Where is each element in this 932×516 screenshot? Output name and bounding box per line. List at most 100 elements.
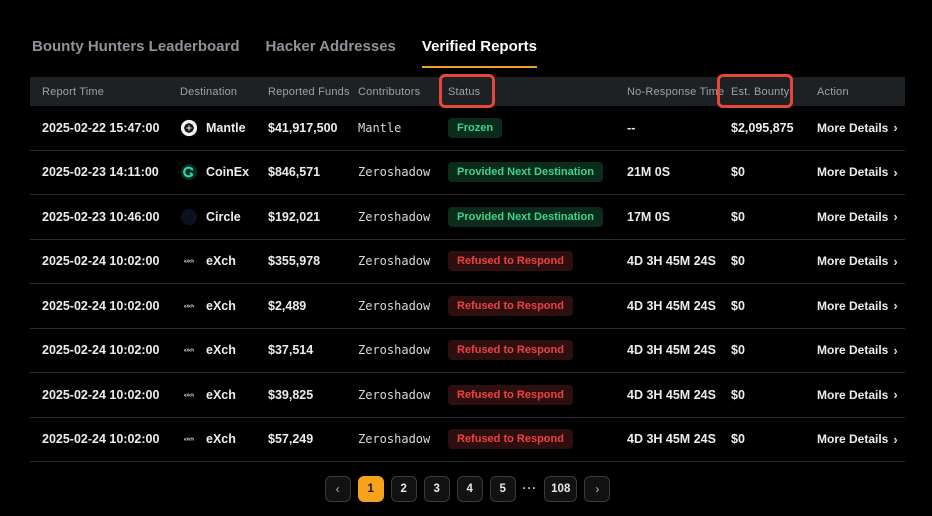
table-row: 2025-02-24 10:02:00 — [30, 284, 905, 329]
no-response-time-cell: 4D 3H 45M 24S — [627, 254, 731, 268]
destination-icon: eXch — [180, 341, 198, 359]
chevron-right-icon: › — [893, 387, 897, 402]
destination-icon: eXch — [180, 252, 198, 270]
more-details-link[interactable]: More Details › — [817, 343, 905, 358]
no-response-time-cell: 17M 0S — [627, 210, 731, 224]
tab-label: Hacker Addresses — [266, 38, 396, 55]
status-badge: Refused to Respond — [448, 429, 573, 449]
status-cell: Provided Next Destination — [448, 207, 627, 227]
destination-name: Circle — [206, 210, 241, 224]
no-response-time-cell: -- — [627, 121, 731, 135]
more-details-link[interactable]: More Details › — [817, 254, 905, 269]
destination-name: Mantle — [206, 121, 246, 135]
column-header: Destination — [180, 86, 268, 98]
destination-icon: eXch — [180, 163, 198, 181]
report-time-cell: 2025-02-23 14:11:00 — [42, 165, 180, 179]
column-header: Reported Funds — [268, 86, 358, 98]
report-time-cell: 2025-02-24 10:02:00 — [42, 343, 180, 357]
destination-name: eXch — [206, 299, 236, 313]
contributors-cell: Mantle — [358, 121, 448, 135]
table-row: 2025-02-24 10:02:00 — [30, 373, 905, 418]
destination-name: eXch — [206, 343, 236, 357]
destination-name: eXch — [206, 388, 236, 402]
chevron-right-icon: › — [893, 209, 897, 224]
contributors-cell: Zeroshadow — [358, 254, 448, 268]
more-details-label: More Details — [817, 388, 888, 402]
more-details-link[interactable]: More Details › — [817, 120, 905, 135]
exch-icon: eXch — [180, 341, 198, 359]
more-details-link[interactable]: More Details › — [817, 387, 905, 402]
pagination-button[interactable]: 2 — [391, 476, 417, 502]
pagination-button[interactable]: 5 — [490, 476, 516, 502]
destination-icon: eXch — [180, 119, 198, 137]
column-header: Status — [448, 86, 627, 98]
pagination-button[interactable]: ··· — [523, 476, 538, 502]
status-badge: Refused to Respond — [448, 340, 573, 360]
report-time-cell: 2025-02-24 10:02:00 — [42, 299, 180, 313]
table-row: 2025-02-23 10:46:00 — [30, 195, 905, 240]
no-response-time-cell: 4D 3H 45M 24S — [627, 299, 731, 313]
more-details-link[interactable]: More Details › — [817, 432, 905, 447]
destination-cell: eXch eXch — [180, 341, 268, 359]
destination-cell: eXch Mantle — [180, 119, 268, 137]
more-details-label: More Details — [817, 254, 888, 268]
est-bounty-cell: $0 — [731, 254, 817, 268]
status-badge: Refused to Respond — [448, 385, 573, 405]
table-row: 2025-02-24 10:02:00 — [30, 240, 905, 285]
pagination-button[interactable]: › — [584, 476, 610, 502]
pagination-button[interactable]: 3 — [424, 476, 450, 502]
est-bounty-cell: $0 — [731, 299, 817, 313]
more-details-label: More Details — [817, 121, 888, 135]
est-bounty-cell: $0 — [731, 210, 817, 224]
chevron-right-icon: › — [893, 165, 897, 180]
column-header: Contributors — [358, 86, 448, 98]
est-bounty-cell: $0 — [731, 432, 817, 446]
contributors-cell: Zeroshadow — [358, 299, 448, 313]
more-details-label: More Details — [817, 299, 888, 313]
tab[interactable]: Verified Reports — [422, 38, 537, 68]
destination-icon: eXch — [180, 297, 198, 315]
column-header: Action — [817, 86, 905, 98]
chevron-right-icon: › — [893, 432, 897, 447]
svg-text:eXch: eXch — [184, 303, 194, 308]
table-row: 2025-02-23 14:11:00 — [30, 151, 905, 196]
more-details-link[interactable]: More Details › — [817, 165, 905, 180]
reported-funds-cell: $355,978 — [268, 254, 358, 268]
destination-cell: eXch eXch — [180, 386, 268, 404]
destination-icon: eXch — [180, 386, 198, 404]
no-response-time-cell: 4D 3H 45M 24S — [627, 343, 731, 357]
status-cell: Refused to Respond — [448, 340, 627, 360]
tab[interactable]: Bounty Hunters Leaderboard — [32, 38, 240, 68]
reported-funds-cell: $57,249 — [268, 432, 358, 446]
more-details-label: More Details — [817, 210, 888, 224]
report-time-cell: 2025-02-24 10:02:00 — [42, 388, 180, 402]
reported-funds-cell: $37,514 — [268, 343, 358, 357]
more-details-link[interactable]: More Details › — [817, 209, 905, 224]
reported-funds-cell: $192,021 — [268, 210, 358, 224]
status-cell: Refused to Respond — [448, 429, 627, 449]
svg-text:eXch: eXch — [184, 259, 194, 264]
column-header: Report Time — [42, 86, 180, 98]
reported-funds-cell: $2,489 — [268, 299, 358, 313]
pagination-button[interactable]: 4 — [457, 476, 483, 502]
pagination-button[interactable]: 108 — [544, 476, 577, 502]
destination-icon: eXch — [180, 430, 198, 448]
status-badge: Frozen — [448, 118, 502, 138]
more-details-label: More Details — [817, 165, 888, 179]
pagination-button[interactable]: 1 — [358, 476, 384, 502]
destination-name: eXch — [206, 432, 236, 446]
chevron-right-icon: › — [893, 120, 897, 135]
tab-label: Verified Reports — [422, 38, 537, 55]
tab[interactable]: Hacker Addresses — [266, 38, 396, 68]
more-details-link[interactable]: More Details › — [817, 298, 905, 313]
no-response-time-cell: 4D 3H 45M 24S — [627, 388, 731, 402]
pagination-button[interactable]: ‹ — [325, 476, 351, 502]
column-header: No-Response Time — [627, 86, 731, 98]
no-response-time-cell: 21M 0S — [627, 165, 731, 179]
destination-cell: eXch eXch — [180, 297, 268, 315]
report-time-cell: 2025-02-24 10:02:00 — [42, 254, 180, 268]
destination-name: eXch — [206, 254, 236, 268]
exch-icon: eXch — [180, 386, 198, 404]
status-badge: Refused to Respond — [448, 296, 573, 316]
destination-cell: eXch eXch — [180, 252, 268, 270]
